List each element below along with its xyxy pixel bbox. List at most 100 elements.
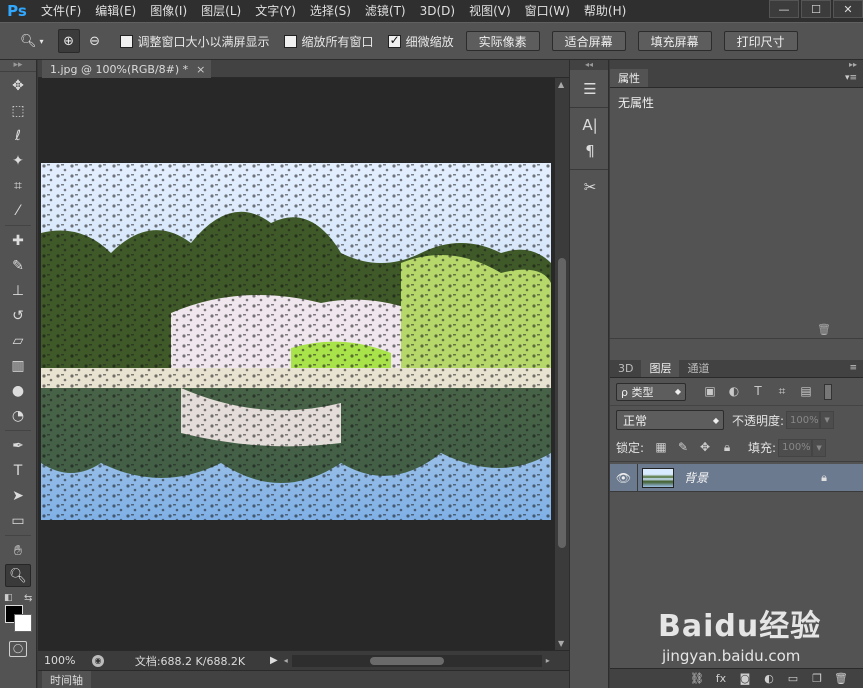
lock-image-icon[interactable]: ✎ — [672, 440, 694, 455]
brush-tool-icon[interactable]: ✎ — [5, 254, 31, 277]
layers-panel-menu-icon[interactable]: ≡ — [849, 363, 857, 373]
scroll-right-icon[interactable]: ▸ — [546, 656, 550, 665]
crop-tool-icon[interactable]: ⌗ — [5, 174, 31, 197]
zoom-in-icon[interactable]: ⊕ — [57, 29, 80, 53]
dock-grip[interactable]: ◂◂ — [570, 60, 608, 70]
path-selection-tool-icon[interactable]: ➤ — [5, 484, 31, 507]
character-panel-icon[interactable]: A| — [570, 112, 610, 138]
minimize-button[interactable]: — — [769, 0, 799, 18]
actual-pixels-button[interactable]: 实际像素 — [465, 31, 540, 51]
menu-window[interactable]: 窗口(W) — [518, 0, 577, 22]
menu-type[interactable]: 文字(Y) — [248, 0, 303, 22]
print-size-button[interactable]: 打印尺寸 — [723, 31, 798, 51]
fill-dropdown-icon[interactable]: ▼ — [812, 438, 827, 457]
menu-layer[interactable]: 图层(L) — [194, 0, 248, 22]
gradient-tool-icon[interactable]: ▥ — [5, 354, 31, 377]
tool-presets-icon[interactable]: ✂ — [570, 174, 610, 200]
lock-transparent-icon[interactable]: ▦ — [650, 440, 672, 455]
layer-filter-select[interactable]: ρ 类型 ◆ — [616, 382, 686, 401]
opacity-input[interactable]: 100% — [786, 411, 821, 429]
type-tool-icon[interactable]: T — [5, 459, 31, 482]
scroll-down-icon[interactable]: ▼ — [558, 639, 564, 648]
scrubby-zoom-checkbox[interactable] — [387, 33, 401, 48]
pen-tool-icon[interactable]: ✒ — [5, 434, 31, 457]
history-panel-icon[interactable]: ☰ — [570, 76, 610, 102]
lasso-tool-icon[interactable]: ℓ — [5, 124, 31, 147]
scrubby-zoom-option[interactable]: 细微缩放 — [387, 33, 454, 50]
dodge-tool-icon[interactable]: ◔ — [5, 404, 31, 427]
close-tab-icon[interactable]: × — [196, 63, 205, 76]
menu-filter[interactable]: 滤镜(T) — [358, 0, 413, 22]
scroll-up-icon[interactable]: ▲ — [558, 80, 564, 89]
blend-mode-select[interactable]: 正常 ◆ — [616, 410, 724, 430]
status-info-icon[interactable]: ◉ — [92, 654, 104, 667]
opacity-dropdown-icon[interactable]: ▼ — [820, 411, 835, 429]
tab-channels[interactable]: 通道 — [679, 359, 717, 377]
toolbar-grip[interactable]: ▸▸ — [0, 60, 36, 72]
panel-menu-icon[interactable]: ▾≡ — [845, 73, 857, 83]
new-group-icon[interactable]: ▭ — [781, 672, 805, 685]
menu-file[interactable]: 文件(F) — [34, 0, 88, 22]
tab-properties[interactable]: 属性 — [610, 69, 648, 87]
fill-input[interactable]: 100% — [778, 438, 813, 457]
filter-toggle[interactable] — [824, 383, 832, 400]
menu-3d[interactable]: 3D(D) — [413, 0, 462, 22]
eye-icon[interactable]: 👁︎ — [610, 463, 638, 492]
new-layer-icon[interactable]: ❐ — [805, 672, 829, 685]
zoom-tool-preset-icon[interactable]: 🔍︎ ▾ — [20, 29, 44, 53]
tab-layers[interactable]: 图层 — [641, 359, 680, 377]
healing-brush-tool-icon[interactable]: ✚ — [5, 229, 31, 252]
timeline-tab[interactable]: 时间轴 — [42, 671, 91, 688]
fit-screen-button[interactable]: 适合屏幕 — [551, 31, 626, 51]
resize-windows-option[interactable]: 调整窗口大小以满屏显示 — [119, 33, 270, 50]
resize-windows-checkbox[interactable] — [119, 34, 133, 48]
horizontal-scrollbar[interactable] — [291, 654, 542, 667]
tab-3d[interactable]: 3D — [610, 359, 641, 377]
eraser-tool-icon[interactable]: ▱ — [5, 329, 31, 352]
zoom-tool-icon[interactable]: 🔍︎ — [5, 564, 31, 587]
zoom-out-icon[interactable]: ⊖ — [84, 29, 106, 53]
fill-screen-button[interactable]: 填充屏幕 — [637, 31, 712, 51]
filter-type-icon[interactable]: T — [746, 384, 770, 399]
trash-icon[interactable]: 🗑︎ — [817, 323, 831, 336]
zoom-all-option[interactable]: 缩放所有窗口 — [283, 33, 374, 50]
menu-help[interactable]: 帮助(H) — [577, 0, 633, 22]
move-tool-icon[interactable]: ✥ — [5, 74, 31, 97]
menu-select[interactable]: 选择(S) — [303, 0, 358, 22]
filter-adjustment-icon[interactable]: ◐ — [722, 384, 746, 399]
adjustment-layer-icon[interactable]: ◐ — [757, 672, 781, 685]
vertical-scrollbar[interactable]: ▲ ▼ — [555, 78, 569, 650]
layer-style-icon[interactable]: fx — [709, 672, 733, 685]
menu-edit[interactable]: 编辑(E) — [88, 0, 143, 22]
layer-row[interactable]: 👁︎ 背景 🔒︎ — [610, 463, 863, 492]
delete-layer-icon[interactable]: 🗑︎ — [829, 672, 853, 685]
hand-tool-icon[interactable]: ✋︎ — [5, 539, 31, 562]
eyedropper-tool-icon[interactable]: ⁄ — [5, 199, 31, 222]
zoom-all-checkbox[interactable] — [283, 34, 297, 48]
filter-smart-object-icon[interactable]: ▤ — [794, 384, 818, 399]
horizontal-scroll-thumb[interactable] — [369, 656, 444, 665]
close-window-button[interactable]: ✕ — [833, 0, 863, 18]
lock-position-icon[interactable]: ✥ — [694, 440, 716, 455]
link-layers-icon[interactable]: ⛓ — [685, 672, 709, 685]
paragraph-panel-icon[interactable]: ¶ — [570, 138, 610, 164]
lock-all-icon[interactable]: 🔒︎ — [716, 440, 738, 455]
menu-view[interactable]: 视图(V) — [462, 0, 518, 22]
rectangle-tool-icon[interactable]: ▭ — [5, 509, 31, 532]
filter-pixel-icon[interactable]: ▣ — [698, 384, 722, 399]
scroll-left-icon[interactable]: ◂ — [284, 656, 288, 665]
vertical-scroll-thumb[interactable] — [558, 258, 566, 548]
marquee-tool-icon[interactable]: ⬚ — [5, 99, 31, 122]
status-menu-arrow-icon[interactable]: ▶ — [270, 655, 278, 666]
swap-colors-icon[interactable]: ⇆ — [24, 593, 32, 604]
add-mask-icon[interactable]: ◙ — [733, 672, 757, 685]
magic-wand-tool-icon[interactable]: ✦ — [5, 149, 31, 172]
layer-name[interactable]: 背景 — [684, 469, 708, 486]
clone-stamp-tool-icon[interactable]: ⊥ — [5, 279, 31, 302]
maximize-button[interactable]: ☐ — [801, 0, 831, 18]
filter-shape-icon[interactable]: ⌗ — [770, 384, 794, 399]
zoom-level[interactable]: 100% — [38, 654, 86, 667]
blur-tool-icon[interactable]: ● — [5, 379, 31, 402]
background-color-swatch[interactable] — [14, 614, 32, 632]
menu-image[interactable]: 图像(I) — [143, 0, 194, 22]
